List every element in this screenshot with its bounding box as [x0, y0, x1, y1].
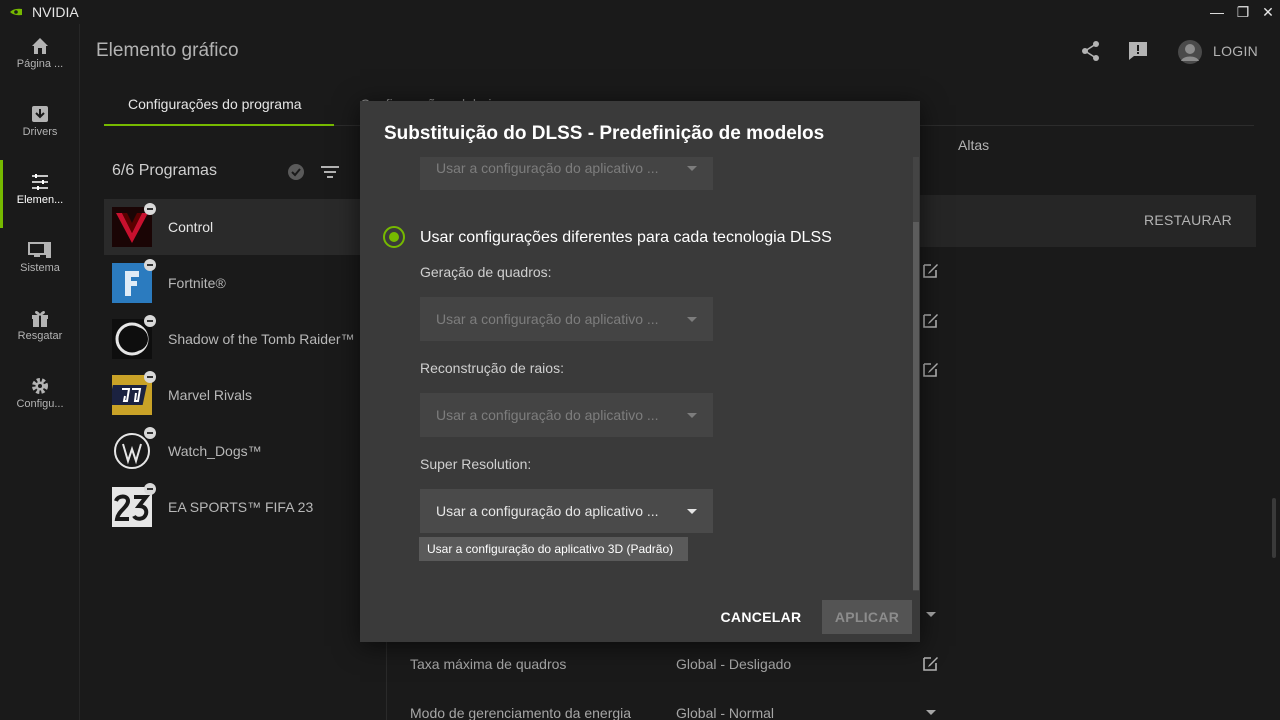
quality-column-header: Altas	[958, 137, 990, 153]
nav-settings[interactable]: Configu...	[0, 368, 80, 428]
title-bar: NVIDIA	[0, 0, 1280, 24]
login-button[interactable]: LOGIN	[1213, 43, 1258, 59]
sliders-icon	[32, 174, 48, 190]
remove-badge-icon[interactable]	[144, 427, 156, 439]
gift-icon	[32, 311, 48, 327]
avatar-icon[interactable]	[1177, 39, 1203, 65]
chevron-down-icon	[687, 509, 697, 514]
monitor-icon	[28, 242, 51, 258]
remove-badge-icon[interactable]	[144, 203, 156, 215]
frame-generation-label: Geração de quadros:	[420, 264, 552, 280]
gear-icon	[32, 378, 48, 394]
frame-generation-dropdown[interactable]: Usar a configuração do aplicativo ...	[420, 297, 713, 341]
remove-badge-icon[interactable]	[144, 259, 156, 271]
remove-badge-icon[interactable]	[144, 315, 156, 327]
minimize-button[interactable]: —	[1207, 2, 1227, 22]
setting-value: Global - Desligado	[676, 656, 792, 672]
program-name: EA SPORTS™ FIFA 23	[168, 499, 314, 515]
setting-label: Taxa máxima de quadros	[410, 656, 567, 672]
page-scrollbar[interactable]	[1272, 498, 1276, 558]
nav-home-label: Página ...	[16, 58, 64, 70]
page-title: Elemento gráfico	[96, 40, 239, 61]
chevron-down-icon[interactable]	[926, 710, 936, 715]
program-item-control[interactable]: Control	[104, 199, 386, 255]
super-resolution-label: Super Resolution:	[420, 456, 532, 472]
programs-count: 6/6 Programas	[112, 162, 217, 179]
filter-icon[interactable]	[320, 163, 340, 181]
program-item-fortnite[interactable]: Fortnite®	[104, 255, 386, 311]
dialog-title: Substituição do DLSS - Predefinição de m…	[384, 123, 825, 144]
chevron-down-icon	[687, 317, 697, 322]
left-nav: Página ... Drivers Elemen... Sistema Res…	[0, 24, 80, 720]
close-button[interactable]: ✕	[1258, 2, 1278, 22]
nav-graphics-label: Elemen...	[16, 194, 64, 206]
program-name: Control	[168, 219, 214, 235]
program-name: Marvel Rivals	[168, 387, 253, 403]
dropdown-value: Usar a configuração do aplicativo ...	[436, 311, 659, 327]
nav-redeem-label: Resgatar	[17, 330, 63, 342]
nav-drivers[interactable]: Drivers	[0, 96, 80, 156]
setting-label: Modo de gerenciamento da energia	[410, 705, 632, 720]
restore-button[interactable]: RESTAURAR	[1144, 212, 1232, 228]
program-name: Watch_Dogs™	[168, 443, 262, 459]
chevron-down-icon[interactable]	[926, 612, 936, 617]
per-technology-radio-label: Usar configurações diferentes para cada …	[420, 229, 832, 246]
apply-button[interactable]: APLICAR	[822, 600, 912, 634]
nav-system[interactable]: Sistema	[0, 232, 80, 292]
nvidia-logo-icon	[10, 8, 22, 16]
global-preset-dropdown[interactable]: Usar a configuração do aplicativo ...	[420, 157, 713, 190]
nav-settings-label: Configu...	[16, 398, 64, 410]
super-resolution-dropdown[interactable]: Usar a configuração do aplicativo ...	[420, 489, 713, 533]
verified-icon[interactable]	[287, 163, 305, 181]
chevron-down-icon	[687, 166, 697, 171]
dropdown-value: Usar a configuração do aplicativo ...	[436, 503, 659, 519]
dropdown-tooltip: Usar a configuração do aplicativo 3D (Pa…	[419, 537, 688, 561]
dlss-override-dialog: Substituição do DLSS - Predefinição de m…	[360, 101, 920, 642]
edit-icon[interactable]	[923, 262, 939, 278]
program-name: Shadow of the Tomb Raider™	[168, 331, 355, 347]
nav-redeem[interactable]: Resgatar	[0, 300, 80, 360]
dropdown-value: Usar a configuração do aplicativo ...	[436, 160, 659, 176]
nav-drivers-label: Drivers	[22, 126, 58, 138]
nav-system-label: Sistema	[20, 262, 60, 274]
edit-icon[interactable]	[923, 312, 939, 328]
dropdown-value: Usar a configuração do aplicativo ...	[436, 407, 659, 423]
dialog-scrollbar-thumb[interactable]	[913, 222, 919, 590]
download-icon	[32, 106, 48, 122]
program-item-watch-dogs[interactable]: Watch_Dogs™	[104, 423, 386, 479]
ray-reconstruction-label: Reconstrução de raios:	[420, 360, 564, 376]
edit-icon[interactable]	[923, 361, 939, 377]
per-technology-radio[interactable]	[383, 226, 405, 248]
feedback-icon[interactable]	[1127, 40, 1149, 62]
edit-icon[interactable]	[923, 655, 939, 671]
program-item-fifa-23[interactable]: EA SPORTS™ FIFA 23	[104, 479, 386, 535]
setting-value: Global - Normal	[676, 705, 775, 720]
tab-program-settings[interactable]: Configurações do programa	[128, 96, 302, 112]
remove-badge-icon[interactable]	[144, 371, 156, 383]
app-title: NVIDIA	[32, 4, 79, 20]
program-item-tomb-raider[interactable]: Shadow of the Tomb Raider™	[104, 311, 386, 367]
cancel-button[interactable]: CANCELAR	[712, 600, 810, 634]
program-item-marvel-rivals[interactable]: Marvel Rivals	[104, 367, 386, 423]
active-tab-underline	[104, 124, 334, 126]
nav-home[interactable]: Página ...	[0, 28, 80, 88]
remove-badge-icon[interactable]	[144, 483, 156, 495]
ray-reconstruction-dropdown[interactable]: Usar a configuração do aplicativo ...	[420, 393, 713, 437]
share-icon[interactable]	[1080, 40, 1102, 62]
home-icon	[32, 38, 48, 54]
chevron-down-icon	[687, 413, 697, 418]
restore-button[interactable]: ❐	[1233, 2, 1253, 22]
program-name: Fortnite®	[168, 275, 226, 291]
nav-graphics[interactable]: Elemen...	[0, 164, 80, 224]
